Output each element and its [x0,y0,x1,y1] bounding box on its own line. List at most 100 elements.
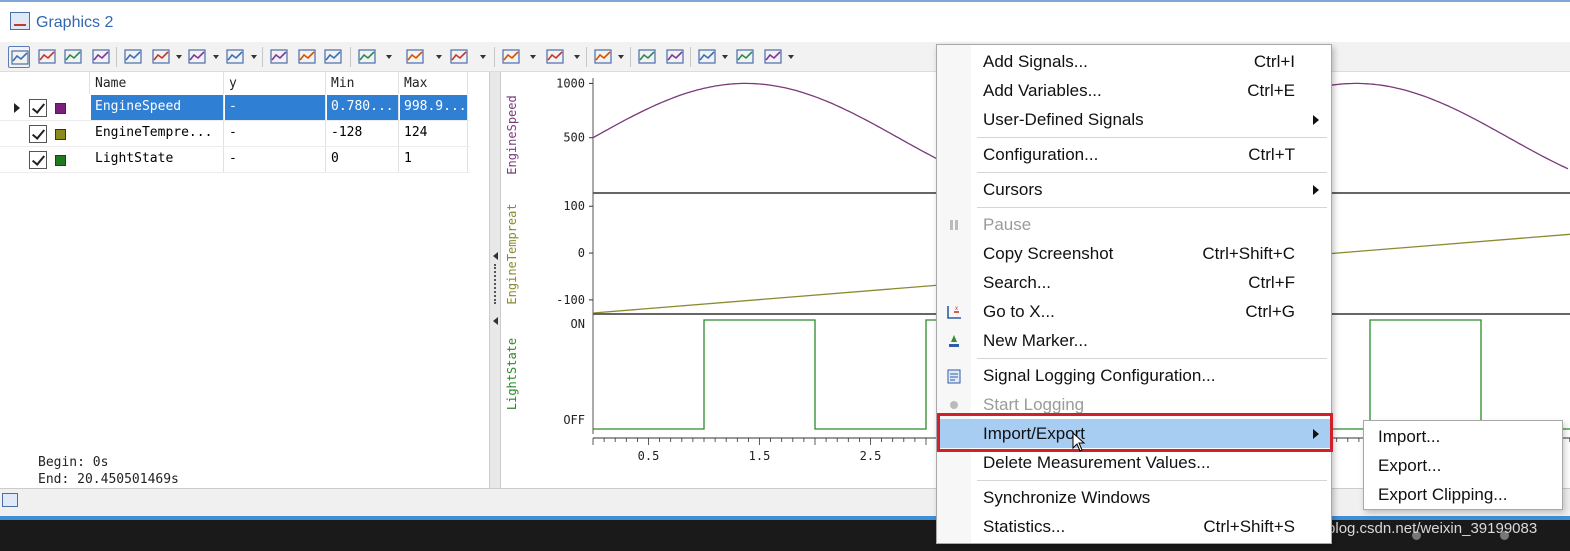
menu-item-label: Import/Export [983,424,1086,443]
fit-icon[interactable] [150,46,172,68]
column-header-max[interactable]: Max [400,72,468,94]
context-menu: Add Signals... Ctrl+I Add Variables... Ctrl… [936,44,1332,544]
menu-item-go-to-x[interactable]: x Go to X... Ctrl+G [937,297,1331,326]
signal-list-panel: Name y Min Max EngineSpeed -0.780... 998.9… [0,72,490,488]
signal-row[interactable]: EngineSpeed -0.780... 998.9... [0,95,470,121]
pause-tool-icon[interactable] [36,46,58,68]
menu-item-shortcut: Ctrl+Shift+S [1203,517,1295,536]
next-icon[interactable] [544,46,566,68]
column-header-min[interactable]: Min [327,72,399,94]
signal-row[interactable]: EngineTempre... - -128 124 [0,121,470,147]
mouse-cursor-icon [1072,432,1086,452]
menu-item-copy-screenshot[interactable]: Copy Screenshot Ctrl+Shift+C [937,239,1331,268]
legend-icon[interactable] [696,46,718,68]
prev-icon[interactable] [500,46,522,68]
zoom-in-icon[interactable] [268,46,290,68]
layout-icon[interactable] [8,46,30,68]
submenu-item-import[interactable]: Import... [1364,422,1562,451]
signal-max-value: 1 [400,147,468,172]
menu-item-synchronize-windows[interactable]: Synchronize Windows [937,483,1331,512]
signal-wave-icon[interactable] [186,46,208,68]
signal-visible-checkbox[interactable] [29,151,47,169]
undo-icon[interactable] [636,46,658,68]
window-icon[interactable] [592,46,614,68]
y-tick-label: 500 [563,131,585,145]
menu-item-label: New Marker... [983,331,1088,350]
collapse-left-arrow-icon[interactable] [493,317,498,325]
menu-item-user-defined-signals[interactable]: User-Defined Signals [937,105,1331,134]
signal-visible-checkbox[interactable] [29,99,47,117]
signal-config-icon[interactable] [762,46,784,68]
toolbar [0,42,1570,72]
signal-max-value: 998.9... [400,95,468,120]
menu-item-shortcut: Ctrl+G [1245,302,1295,321]
signal-visible-checkbox[interactable] [29,125,47,143]
menu-item-configuration[interactable]: Configuration... Ctrl+T [937,140,1331,169]
splitter-grip-icon[interactable] [494,264,496,304]
menu-item-label: Synchronize Windows [983,488,1151,507]
menu-item-label: Statistics... [983,517,1066,536]
menu-item-label: Cursors [983,180,1043,199]
zoom-fit-icon[interactable] [322,46,344,68]
submenu-arrow-icon [1313,185,1319,195]
marker-down-icon[interactable] [448,46,470,68]
collapse-left-arrow-icon[interactable] [493,252,498,260]
signal-row[interactable]: LightState -0 1 [0,147,470,173]
zoom-out-icon[interactable] [296,46,318,68]
export-image-icon[interactable] [734,46,756,68]
menu-item-statistics[interactable]: Statistics... Ctrl+Shift+S [937,512,1331,541]
menu-item-import-export[interactable]: Import/Export [937,419,1331,448]
signal-color-swatch[interactable] [55,103,66,114]
menu-item-add-variables[interactable]: Add Variables... Ctrl+E [937,76,1331,105]
signal-table-header: Name y Min Max [0,72,470,94]
column-header-name[interactable]: Name [91,72,224,94]
dropdown-arrow-icon[interactable] [530,55,536,59]
dropdown-arrow-icon[interactable] [480,55,486,59]
signal-name: EngineTempre... [91,121,224,146]
menu-item-label: Start Logging [983,395,1085,414]
toolbar-separator [350,47,351,67]
begin-time: Begin: 0s [38,455,109,470]
dropdown-arrow-icon[interactable] [176,55,182,59]
logging-config-icon [947,369,961,384]
scale-icon[interactable] [122,46,144,68]
signal-color-swatch[interactable] [55,155,66,166]
chart-type-icon[interactable] [356,46,378,68]
menu-separator [977,480,1327,481]
submenu-item-export-clipping[interactable]: Export Clipping... [1364,480,1562,509]
menu-item-delete-measurement-values[interactable]: Delete Measurement Values... [937,448,1331,477]
toolbar-separator [586,47,587,67]
submenu-item-export[interactable]: Export... [1364,451,1562,480]
graphics-window-icon [10,12,30,30]
menu-item-add-signals[interactable]: Add Signals... Ctrl+I [937,47,1331,76]
dropdown-arrow-icon[interactable] [386,55,392,59]
menu-item-start-logging: Start Logging [937,390,1331,419]
current-row-pointer-icon [14,103,20,113]
toolbar-separator [690,47,691,67]
dropdown-arrow-icon[interactable] [788,55,794,59]
menu-item-shortcut: Ctrl+F [1248,273,1295,292]
marker-up-icon[interactable] [404,46,426,68]
menu-item-shortcut: Ctrl+E [1247,81,1295,100]
menu-item-signal-logging-configuration[interactable]: Signal Logging Configuration... [937,361,1331,390]
dropdown-arrow-icon[interactable] [436,55,442,59]
signal-color-swatch[interactable] [55,129,66,140]
diff-cursor-icon[interactable] [90,46,112,68]
measure-cursor-icon[interactable] [62,46,84,68]
dropdown-arrow-icon[interactable] [722,55,728,59]
dropdown-arrow-icon[interactable] [251,55,257,59]
menu-item-label: Copy Screenshot [983,244,1114,263]
menu-item-shortcut: Ctrl+I [1253,52,1295,71]
dropdown-arrow-icon[interactable] [618,55,624,59]
menu-item-search[interactable]: Search... Ctrl+F [937,268,1331,297]
dropdown-arrow-icon[interactable] [213,55,219,59]
column-header-y[interactable]: y [225,72,326,94]
status-strip [0,488,1570,516]
dropdown-arrow-icon[interactable] [574,55,580,59]
menu-item-cursors[interactable]: Cursors [937,175,1331,204]
menu-item-new-marker[interactable]: New Marker... [937,326,1331,355]
xy-icon[interactable] [224,46,246,68]
redo-icon[interactable] [664,46,686,68]
y-tick-label: 100 [563,199,585,213]
panel-splitter[interactable] [489,72,501,488]
